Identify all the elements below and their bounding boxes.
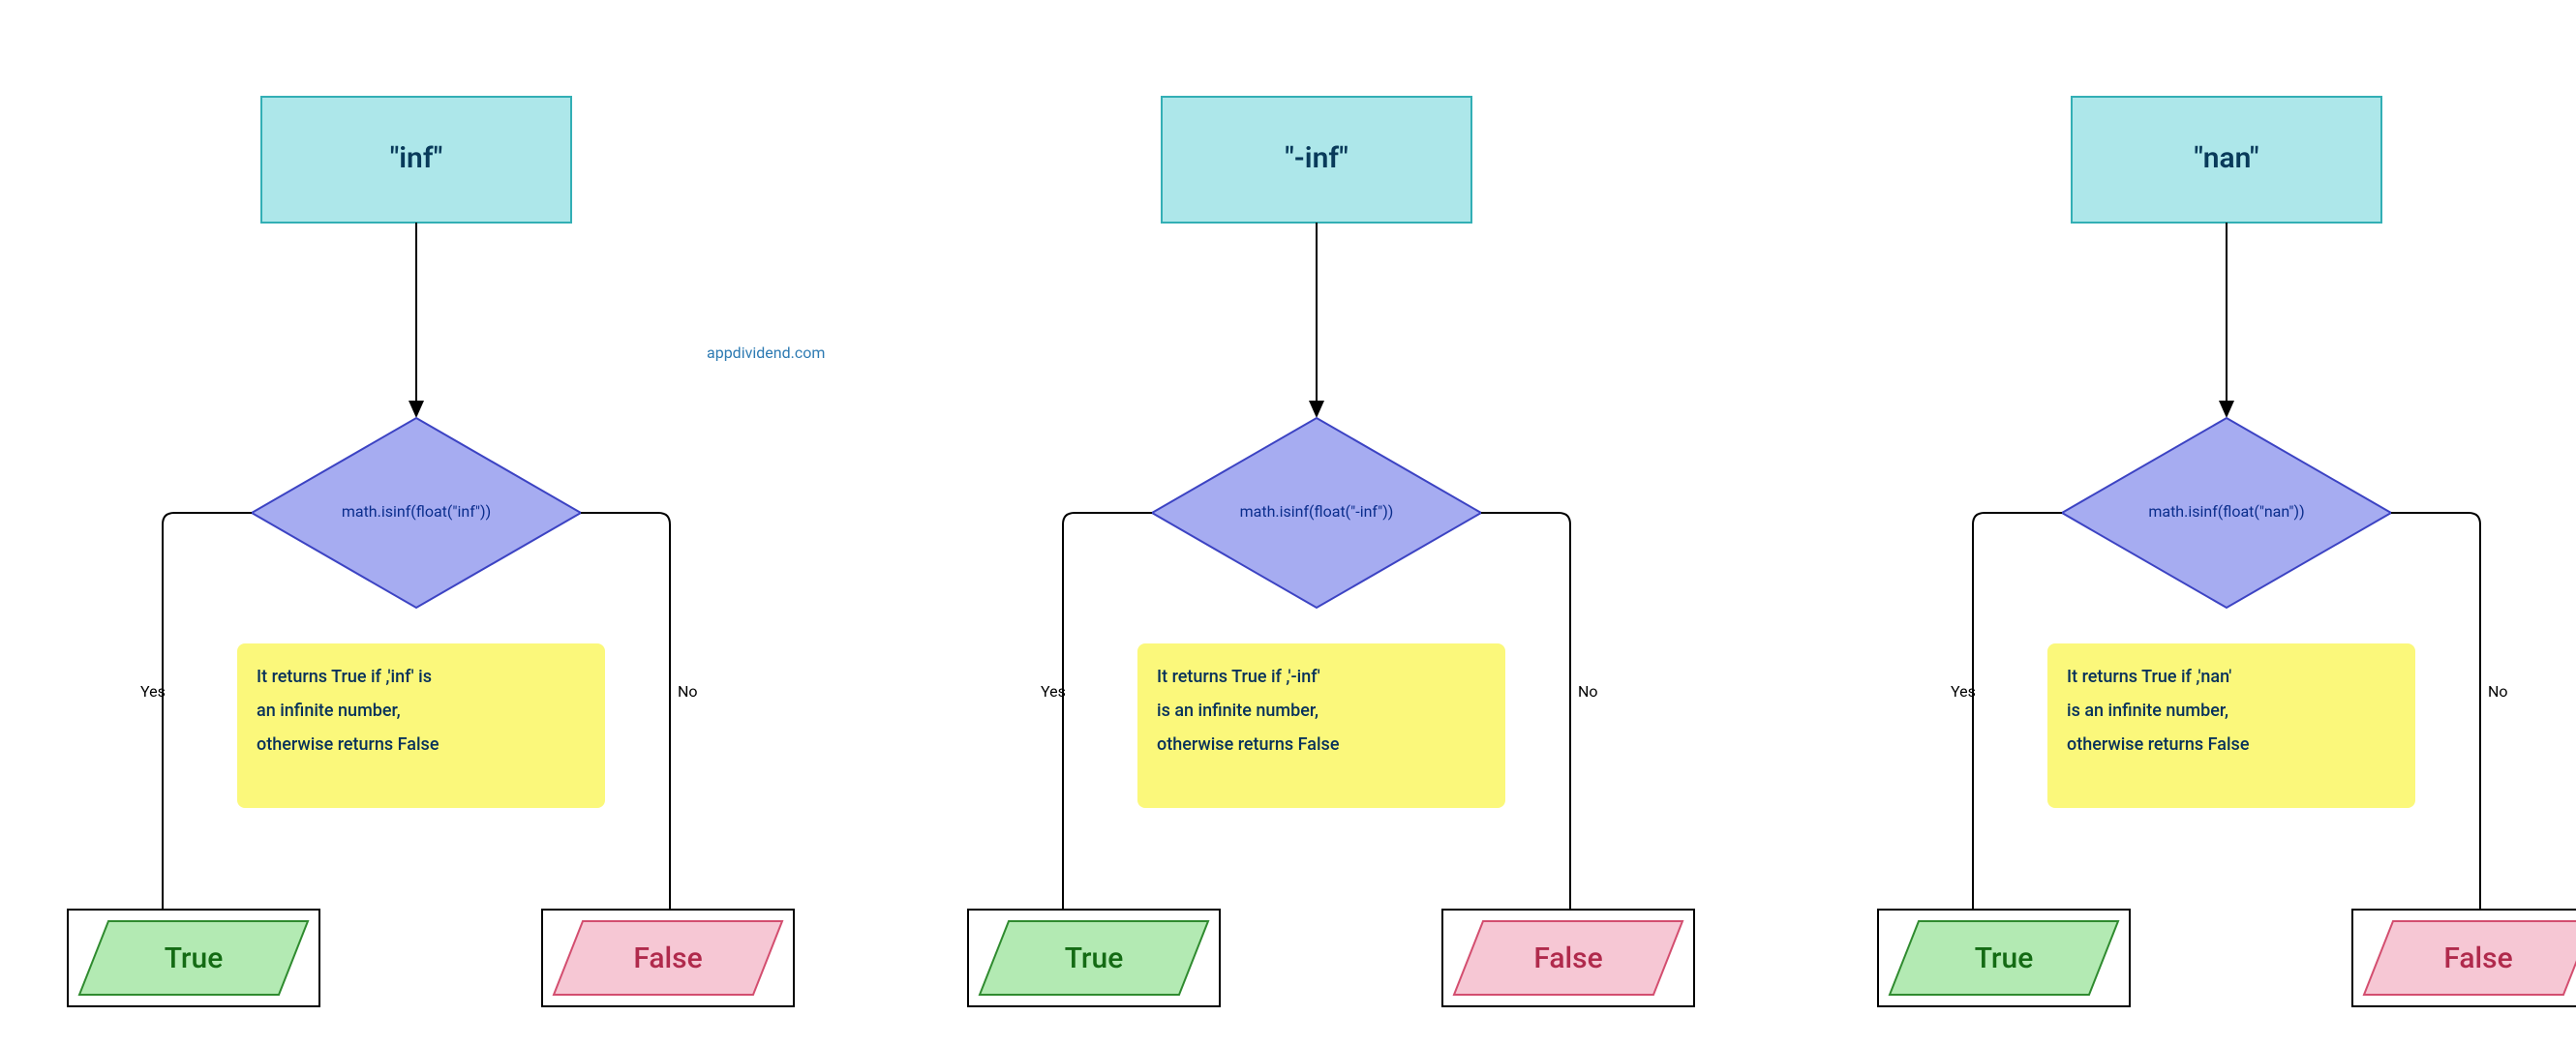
- flowchart-neg-inf: "-inf" math.isinf(float("-inf")) Yes No …: [968, 97, 1694, 1006]
- no-label: No: [1578, 682, 1598, 701]
- decision-label: math.isinf(float("nan")): [2148, 502, 2304, 521]
- note-line: It returns True if ,'inf' is: [257, 667, 432, 687]
- note-line: is an infinite number,: [2067, 701, 2228, 721]
- yes-label: Yes: [140, 682, 166, 701]
- no-label: No: [678, 682, 698, 701]
- decision-label: math.isinf(float("inf")): [342, 502, 491, 521]
- yes-label: Yes: [1951, 682, 1976, 701]
- attribution-text: appdividend.com: [707, 344, 825, 362]
- start-label: "nan": [2194, 141, 2258, 175]
- note-line: otherwise returns False: [257, 734, 439, 755]
- arrowhead-icon: [409, 401, 424, 418]
- note-line: It returns True if ,'-inf': [1157, 667, 1320, 687]
- note-line: otherwise returns False: [1157, 734, 1340, 755]
- yes-label: Yes: [1041, 682, 1066, 701]
- note-line: otherwise returns False: [2067, 734, 2250, 755]
- note-line: It returns True if ,'nan': [2067, 667, 2231, 687]
- flowchart-nan: "nan" math.isinf(float("nan")) Yes No It…: [1878, 97, 2576, 1006]
- no-label: No: [2488, 682, 2508, 701]
- start-label: "inf": [390, 141, 443, 175]
- true-label: True: [1975, 941, 2034, 975]
- decision-label: math.isinf(float("-inf")): [1240, 502, 1394, 521]
- flowchart-canvas: appdividend.com "inf" math.isinf(float("…: [0, 0, 2576, 1046]
- note-line: an infinite number,: [257, 701, 401, 721]
- start-label: "-inf": [1285, 141, 1349, 175]
- true-label: True: [165, 941, 224, 975]
- flowchart-inf: "inf" math.isinf(float("inf")) Yes No It…: [68, 97, 794, 1006]
- false-label: False: [1533, 941, 1602, 975]
- true-label: True: [1065, 941, 1124, 975]
- false-label: False: [2443, 941, 2512, 975]
- false-label: False: [633, 941, 702, 975]
- arrowhead-icon: [2219, 401, 2234, 418]
- arrowhead-icon: [1309, 401, 1324, 418]
- note-line: is an infinite number,: [1157, 701, 1318, 721]
